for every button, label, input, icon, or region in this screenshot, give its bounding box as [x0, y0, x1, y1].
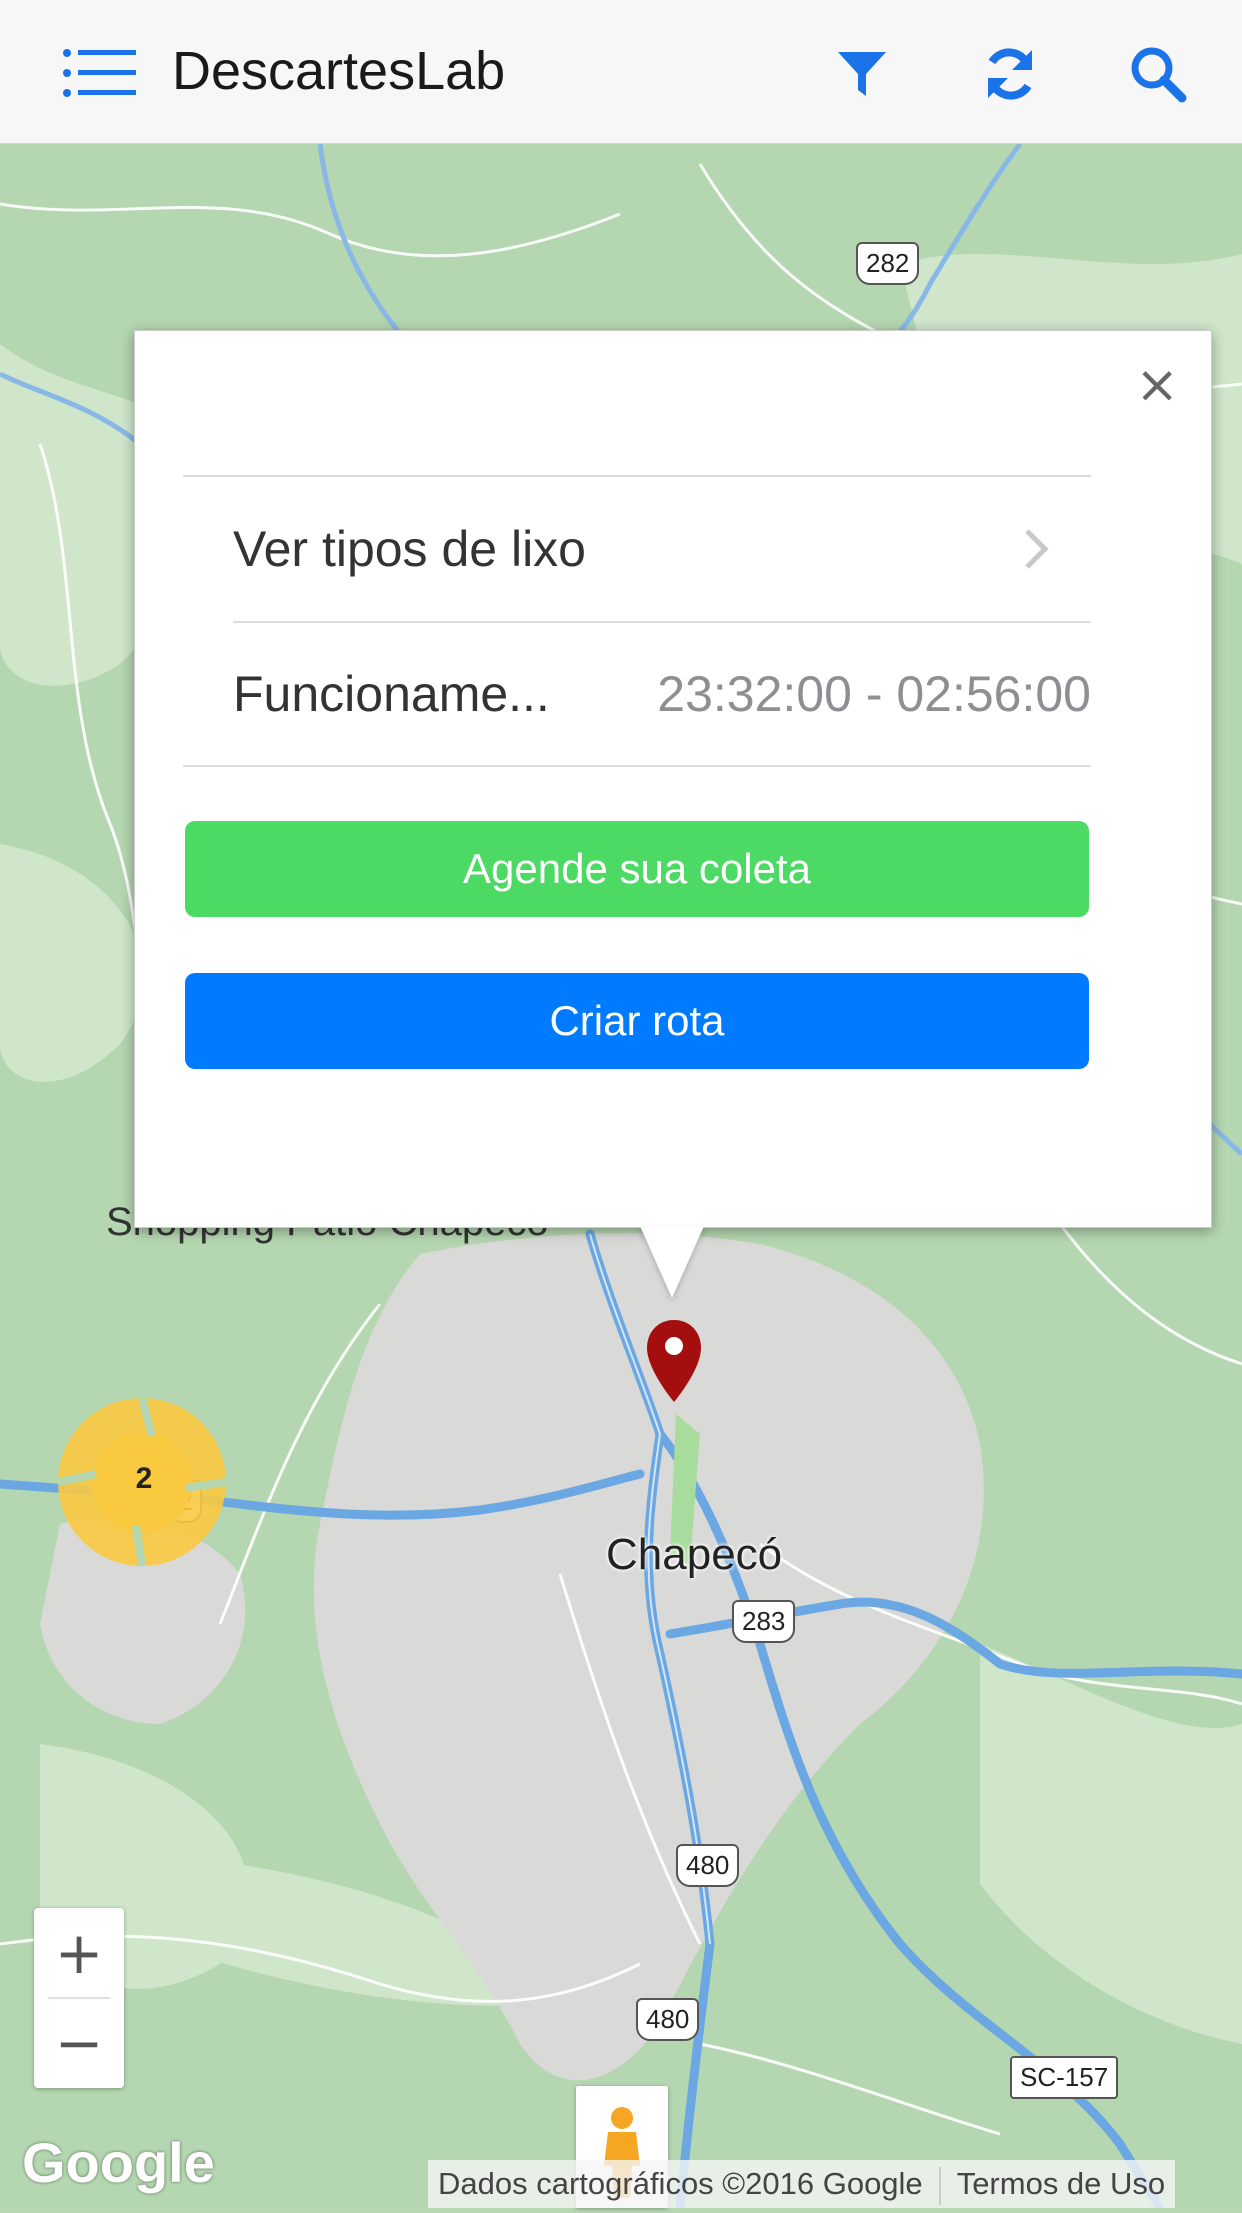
- app-title: DescartesLab: [172, 41, 506, 101]
- row-label: Ver tipos de lixo: [233, 521, 586, 577]
- filter-icon[interactable]: [832, 44, 892, 104]
- hours-value: 23:32:00 - 02:56:00: [657, 666, 1091, 722]
- road-shield-480: 480: [676, 1844, 740, 1887]
- attribution-text: Dados cartográficos ©2016 Google: [438, 2166, 923, 2201]
- list-item-waste-types[interactable]: Ver tipos de lixo: [233, 477, 1091, 621]
- zoom-out-button[interactable]: −: [34, 1998, 124, 2088]
- search-icon[interactable]: [1128, 44, 1188, 104]
- popup-tail: [640, 1226, 704, 1298]
- schedule-pickup-button[interactable]: Agende sua coleta: [185, 821, 1089, 917]
- zoom-in-button[interactable]: +: [34, 1908, 124, 1998]
- terms-link[interactable]: Termos de Uso: [957, 2166, 1165, 2201]
- chevron-right-icon: [1025, 529, 1049, 569]
- close-icon[interactable]: ×: [1135, 359, 1179, 411]
- info-popup: × Ver tipos de lixo Funcioname... 23:32:…: [134, 330, 1212, 1228]
- zoom-divider: [48, 1997, 110, 1999]
- refresh-icon[interactable]: [980, 44, 1040, 104]
- google-logo: Google: [22, 2131, 215, 2194]
- road-shield-480-south: 480: [636, 1998, 700, 2041]
- zoom-control: + −: [34, 1908, 124, 2088]
- road-shield-283: 283: [732, 1600, 796, 1643]
- list-icon[interactable]: [62, 48, 138, 98]
- info-list: Ver tipos de lixo Funcioname... 23:32:00…: [183, 475, 1091, 767]
- list-item-hours: Funcioname... 23:32:00 - 02:56:00: [233, 621, 1091, 765]
- top-navigation-bar: DescartesLab: [0, 0, 1242, 144]
- road-shield-282: 282: [856, 242, 920, 285]
- attribution-separator: [938, 2166, 941, 2205]
- map-pin-icon[interactable]: [645, 1318, 703, 1404]
- row-label: Funcioname...: [233, 666, 550, 722]
- create-route-button[interactable]: Criar rota: [185, 973, 1089, 1069]
- map-attribution: Dados cartográficos ©2016 Google Termos d…: [428, 2160, 1176, 2208]
- city-label: Chapecó: [606, 1530, 783, 1579]
- road-shield-sc157: SC-157: [1010, 2056, 1119, 2099]
- cluster-count: 2: [135, 1462, 153, 1495]
